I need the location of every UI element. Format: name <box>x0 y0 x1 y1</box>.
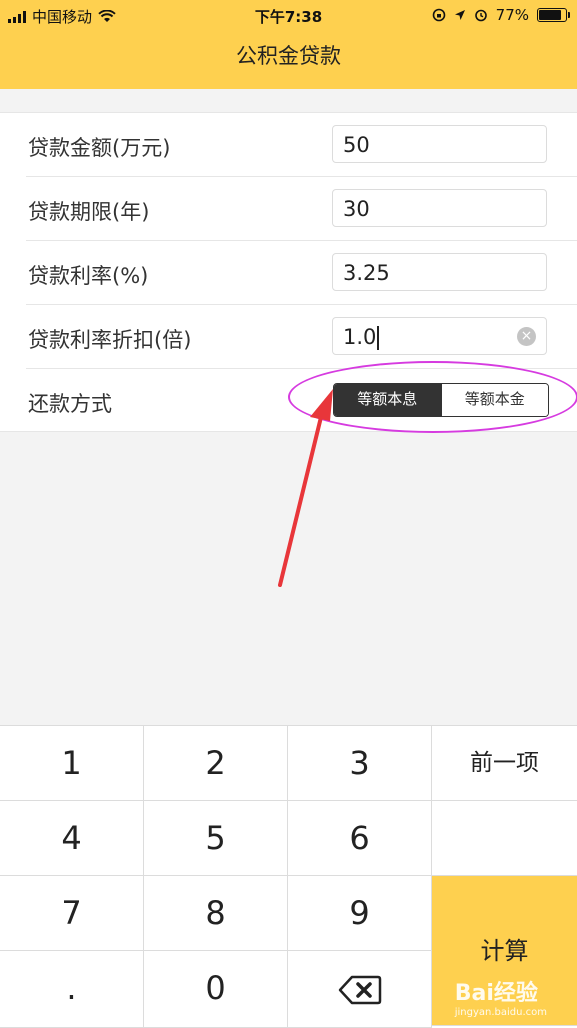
app-header: 中国移动 下午7:38 77% 公积金贷款 <box>0 0 577 89</box>
watermark-sub: jingyan.baidu.com <box>454 1007 547 1018</box>
form-row-term: 贷款期限(年) 30 <box>0 177 577 241</box>
status-right: 77% <box>432 6 570 24</box>
key-3[interactable]: 3 <box>288 726 432 801</box>
amount-label: 贷款金额(万元) <box>28 136 171 160</box>
discount-label: 贷款利率折扣(倍) <box>28 328 192 352</box>
rotation-lock-icon <box>432 8 445 22</box>
key-8[interactable]: 8 <box>144 876 288 951</box>
location-icon <box>454 10 465 20</box>
form-row-amount: 贷款金额(万元) 50 <box>0 113 577 177</box>
key-2[interactable]: 2 <box>144 726 288 801</box>
key-6[interactable]: 6 <box>288 801 432 876</box>
text-caret <box>377 326 380 350</box>
rate-input[interactable]: 3.25 <box>332 253 547 291</box>
form-row-discount: 贷款利率折扣(倍) 1.0 × <box>0 305 577 369</box>
discount-value: 1.0 <box>343 325 377 349</box>
form-row-rate: 贷款利率(%) 3.25 <box>0 241 577 305</box>
status-bar: 中国移动 下午7:38 77% <box>0 0 577 30</box>
key-0[interactable]: 0 <box>144 951 288 1028</box>
discount-input[interactable]: 1.0 × <box>332 317 547 355</box>
previous-field-key[interactable]: 前一项 <box>432 726 577 801</box>
backspace-icon <box>338 975 381 1005</box>
alarm-icon <box>474 9 487 22</box>
battery-percent: 77% <box>495 6 529 24</box>
numeric-keypad: 1 2 3 前一项 4 5 6 7 8 9 计算 . 0 Bai经验 jingy… <box>0 725 577 1028</box>
key-7[interactable]: 7 <box>0 876 144 951</box>
rate-label: 贷款利率(%) <box>28 264 149 288</box>
battery-icon <box>537 8 570 22</box>
page-title: 公积金贷款 <box>236 44 341 68</box>
key-4[interactable]: 4 <box>0 801 144 876</box>
clear-icon[interactable]: × <box>517 327 536 346</box>
arrow-annotation <box>278 389 333 587</box>
term-input[interactable]: 30 <box>332 189 547 227</box>
baidu-watermark: Bai经验 jingyan.baidu.com <box>455 975 547 1018</box>
key-dot[interactable]: . <box>0 951 144 1028</box>
repayment-label: 还款方式 <box>28 392 112 416</box>
key-1[interactable]: 1 <box>0 726 144 801</box>
key-5[interactable]: 5 <box>144 801 288 876</box>
backspace-key[interactable] <box>288 951 432 1028</box>
watermark-text: Bai经验 <box>454 981 538 1006</box>
amount-input[interactable]: 50 <box>332 125 547 163</box>
blank-key <box>432 801 577 876</box>
key-9[interactable]: 9 <box>288 876 432 951</box>
term-label: 贷款期限(年) <box>28 200 150 224</box>
